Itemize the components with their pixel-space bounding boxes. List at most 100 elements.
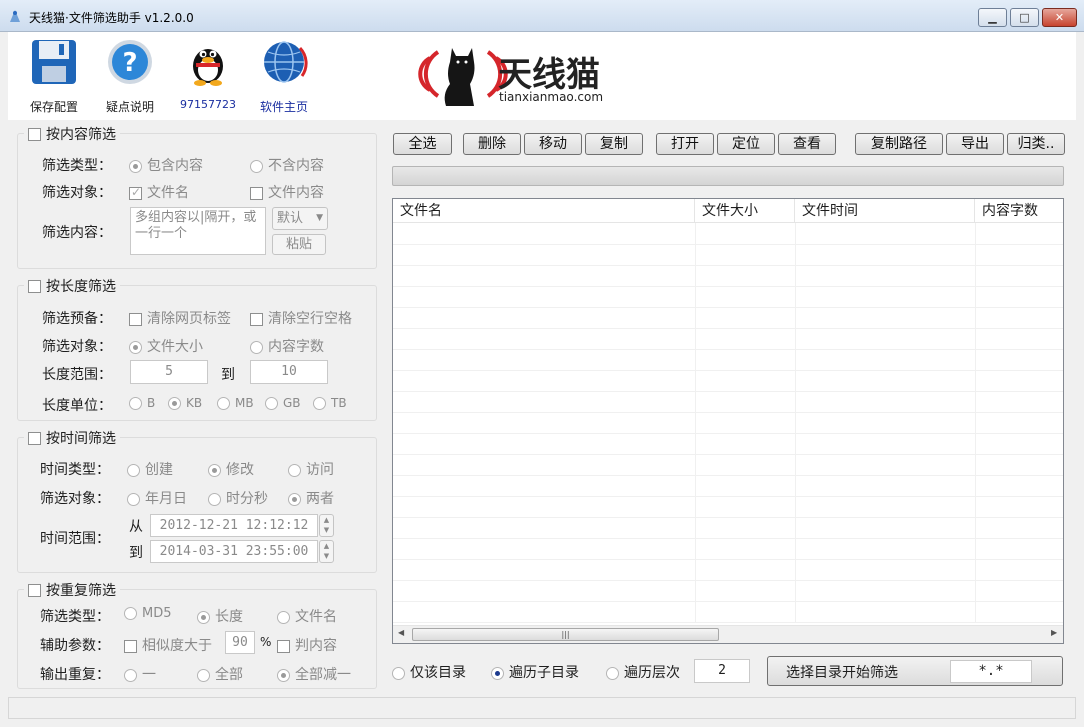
- delete-button[interactable]: 删除: [463, 133, 521, 155]
- content-filter-group: 按内容筛选 筛选类型： 包含内容 不含内容 筛选对象： 文件名 文件内容 筛选内…: [17, 124, 377, 269]
- penguin-icon: [193, 49, 223, 86]
- similarity-input[interactable]: 90: [225, 631, 255, 654]
- length-to-input[interactable]: 10: [250, 360, 328, 384]
- move-button[interactable]: 移动: [524, 133, 582, 155]
- homepage-button[interactable]: 软件主页: [244, 38, 324, 115]
- maximize-button[interactable]: □: [1010, 8, 1039, 27]
- time-to-input[interactable]: 2014-03-31 23:55:00: [150, 540, 318, 563]
- unit-kb-radio[interactable]: KB: [168, 396, 202, 410]
- duplicate-filter-toggle[interactable]: 按重复筛选: [24, 580, 120, 600]
- save-config-button[interactable]: 保存配置: [14, 38, 94, 115]
- depth-radio[interactable]: 遍历层次: [606, 662, 680, 682]
- output-one-radio[interactable]: 一: [124, 664, 156, 684]
- length-from-input[interactable]: 5: [130, 360, 208, 384]
- unit-tb-radio[interactable]: TB: [313, 396, 347, 410]
- output-all-minus-one-radio[interactable]: 全部减一: [277, 664, 351, 684]
- both-radio[interactable]: 两者: [288, 488, 334, 508]
- similarity-checkbox[interactable]: 相似度大于: [124, 635, 212, 655]
- column-header-filetime[interactable]: 文件时间: [795, 199, 975, 223]
- date-radio[interactable]: 年月日: [127, 488, 187, 508]
- table-row-separator: [393, 349, 1063, 350]
- homepage-label: 软件主页: [259, 100, 308, 114]
- depth-input[interactable]: 2: [694, 659, 750, 683]
- scroll-right-icon[interactable]: ▶: [1051, 628, 1057, 637]
- column-header-filesize[interactable]: 文件大小: [695, 199, 795, 223]
- table-row-separator: [393, 433, 1063, 434]
- table-row-separator: [393, 622, 1063, 623]
- content-textarea[interactable]: 多组内容以|隔开，或一行一个: [130, 207, 266, 255]
- modified-radio[interactable]: 修改: [208, 459, 254, 479]
- not-contains-radio[interactable]: 不含内容: [250, 155, 324, 175]
- file-pattern-input[interactable]: *.*: [950, 660, 1032, 683]
- length-filter-toggle[interactable]: 按长度筛选: [24, 276, 120, 296]
- time-filter-group: 按时间筛选 时间类型： 创建 修改 访问 筛选对象： 年月日 时分秒 两者 时间…: [17, 428, 377, 573]
- unit-gb-radio[interactable]: GB: [265, 396, 301, 410]
- time-from-label: 从: [129, 519, 143, 535]
- paste-button[interactable]: 粘贴: [272, 234, 326, 255]
- time-filter-checkbox[interactable]: [28, 431, 41, 445]
- column-header-filename[interactable]: 文件名: [393, 199, 695, 223]
- table-row-separator: [393, 412, 1063, 413]
- title-bar[interactable]: 天线猫·文件筛选助手 v1.2.0.0 ▁ □ ✕: [0, 0, 1084, 32]
- column-header-charcount[interactable]: 内容字数: [975, 199, 1063, 223]
- unit-mb-radio[interactable]: MB: [217, 396, 254, 410]
- horizontal-scrollbar[interactable]: ◀ ||| ▶: [393, 625, 1063, 643]
- output-dup-label: 输出重复：: [40, 667, 110, 683]
- default-select[interactable]: 默认 ▼: [272, 207, 328, 230]
- created-radio[interactable]: 创建: [127, 459, 173, 479]
- open-button[interactable]: 打开: [656, 133, 714, 155]
- dup-length-radio[interactable]: 长度: [197, 606, 243, 626]
- strip-html-checkbox[interactable]: 清除网页标签: [129, 308, 231, 328]
- progress-bar: [392, 166, 1064, 186]
- time-from-spinner[interactable]: ▲ ▼: [319, 514, 334, 537]
- help-button[interactable]: ? 疑点说明: [90, 38, 170, 115]
- unit-b-radio[interactable]: B: [129, 396, 155, 410]
- filename-checkbox[interactable]: 文件名: [129, 182, 189, 202]
- content-filter-toggle[interactable]: 按内容筛选: [24, 124, 120, 144]
- time-filter-toggle[interactable]: 按时间筛选: [24, 428, 120, 448]
- copy-button[interactable]: 复制: [585, 133, 643, 155]
- locate-button[interactable]: 定位: [717, 133, 775, 155]
- char-count-radio[interactable]: 内容字数: [250, 336, 324, 356]
- close-button[interactable]: ✕: [1042, 8, 1077, 27]
- start-filter-button[interactable]: 选择目录开始筛选 *.*: [767, 656, 1063, 686]
- view-button[interactable]: 查看: [778, 133, 836, 155]
- only-dir-radio[interactable]: 仅该目录: [392, 662, 466, 682]
- classify-button[interactable]: 归类..: [1007, 133, 1065, 155]
- table-row-separator: [393, 559, 1063, 560]
- duplicate-filter-group: 按重复筛选 筛选类型： MD5 长度 文件名 辅助参数： 相似度大于 90 % …: [17, 580, 377, 689]
- minimize-button[interactable]: ▁: [978, 8, 1007, 27]
- length-filter-title: 按长度筛选: [46, 279, 116, 295]
- table-header: 文件名 文件大小 文件时间 内容字数: [393, 199, 1063, 223]
- scrollbar-thumb[interactable]: |||: [412, 628, 719, 641]
- file-size-radio[interactable]: 文件大小: [129, 336, 203, 356]
- dup-filename-radio[interactable]: 文件名: [277, 606, 337, 626]
- file-list-table[interactable]: 文件名 文件大小 文件时间 内容字数 ◀ ||| ▶: [392, 198, 1064, 644]
- copy-path-button[interactable]: 复制路径: [855, 133, 943, 155]
- export-button[interactable]: 导出: [946, 133, 1004, 155]
- length-filter-checkbox[interactable]: [28, 279, 41, 293]
- accessed-radio[interactable]: 访问: [288, 459, 334, 479]
- toolbar: 保存配置 ? 疑点说明 97157723 软件主页 天线猫 tianxianma…: [8, 32, 1076, 120]
- md5-radio[interactable]: MD5: [124, 606, 172, 621]
- scroll-left-icon[interactable]: ◀: [398, 628, 404, 637]
- content-filter-checkbox[interactable]: [28, 127, 41, 141]
- recursive-radio[interactable]: 遍历子目录: [491, 662, 579, 682]
- time-to-label: 到: [129, 545, 143, 561]
- time-from-input[interactable]: 2012-12-21 12:12:12: [150, 514, 318, 537]
- duplicate-filter-title: 按重复筛选: [46, 583, 116, 599]
- aux-param-label: 辅助参数：: [40, 638, 110, 654]
- contains-radio[interactable]: 包含内容: [129, 155, 203, 175]
- length-target-label: 筛选对象：: [42, 339, 112, 355]
- qq-button[interactable]: 97157723: [168, 38, 248, 111]
- table-row-separator: [393, 496, 1063, 497]
- duplicate-filter-checkbox[interactable]: [28, 583, 41, 597]
- output-all-radio[interactable]: 全部: [197, 664, 243, 684]
- file-content-checkbox[interactable]: 文件内容: [250, 182, 324, 202]
- time-radio[interactable]: 时分秒: [208, 488, 268, 508]
- time-to-spinner[interactable]: ▲ ▼: [319, 540, 334, 563]
- judge-content-checkbox[interactable]: 判内容: [277, 635, 337, 655]
- strip-blank-checkbox[interactable]: 清除空行空格: [250, 308, 352, 328]
- select-all-button[interactable]: 全选: [393, 133, 452, 155]
- table-row-separator: [393, 517, 1063, 518]
